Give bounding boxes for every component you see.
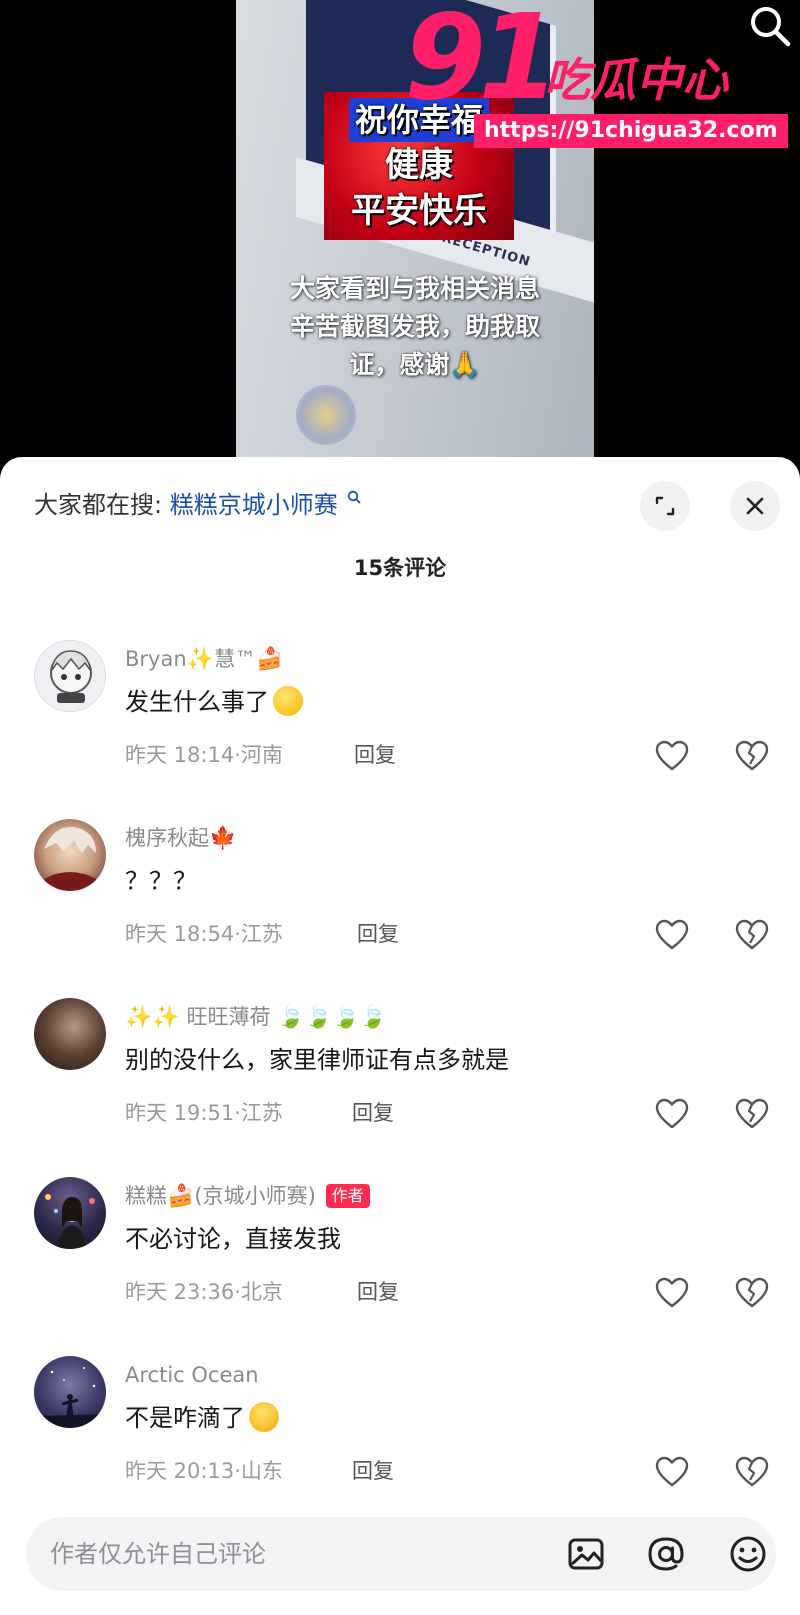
author-name: 糕糕 — [125, 1184, 167, 1208]
comment-author[interactable]: 槐序秋起🍁 — [125, 823, 236, 854]
video-player[interactable]: POLICE RECEPTION 祝你幸福 健康 平安快乐 大家看到与我相关消息… — [0, 0, 800, 470]
sparkle-icon: ✨ — [186, 647, 215, 672]
heart-icon[interactable] — [654, 738, 690, 774]
broken-heart-icon[interactable] — [734, 1454, 770, 1490]
comment-author[interactable]: Arctic Ocean — [125, 1360, 259, 1390]
heart-icon[interactable] — [654, 1096, 690, 1132]
avatar[interactable] — [34, 819, 106, 891]
search-small-icon — [348, 490, 361, 504]
comment-time: 昨天 20:13 — [125, 1459, 235, 1483]
maple-leaf-icon: 🍁 — [209, 826, 237, 851]
heart-icon[interactable] — [654, 1454, 690, 1490]
hot-search[interactable]: 大家都在搜: 糕糕京城小师赛 — [34, 489, 361, 521]
close-button[interactable] — [730, 481, 780, 531]
close-icon — [746, 497, 764, 515]
comment-location: 山东 — [240, 1459, 283, 1483]
comment-count: 15条评论 — [353, 556, 447, 580]
avatar[interactable] — [34, 640, 106, 712]
zany-face-icon — [249, 1402, 279, 1432]
leaf-icon: 🍃🍃🍃🍃 — [277, 1005, 387, 1030]
comment-text: 别的没什么，家里律师证有点多就是 — [125, 1046, 509, 1074]
comment-location: 北京 — [240, 1280, 283, 1304]
search-icon[interactable] — [746, 2, 794, 50]
comment-time: 昨天 19:51 — [125, 1101, 235, 1125]
avatar[interactable] — [34, 998, 106, 1070]
comment-time: 昨天 18:14 — [125, 743, 235, 767]
comment-author[interactable]: 糕糕🍰(京城小师赛) 作者 — [125, 1181, 370, 1212]
comment-text: 不是咋滴了 — [125, 1400, 279, 1436]
comment-author[interactable]: ✨✨ 旺旺薄荷 🍃🍃🍃🍃 — [125, 1002, 387, 1033]
comment-meta: 昨天 19:51·江苏 — [125, 1101, 283, 1125]
cake-icon: 🍰 — [167, 1184, 195, 1209]
expand-button[interactable] — [640, 481, 690, 531]
video-frame: POLICE RECEPTION 祝你幸福 健康 平安快乐 大家看到与我相关消息… — [236, 0, 594, 470]
caption-line: 证，感谢🙏 — [349, 350, 481, 379]
reply-button[interactable]: 回复 — [357, 1277, 399, 1307]
comment-item: ✨✨ 旺旺薄荷 🍃🍃🍃🍃 别的没什么，家里律师证有点多就是 昨天 19:51·江… — [0, 998, 800, 1178]
author-name-suffix: 慧™ — [214, 647, 257, 671]
comment-meta: 昨天 18:54·江苏 — [125, 922, 283, 946]
reply-button[interactable]: 回复 — [352, 1456, 394, 1486]
image-icon[interactable] — [566, 1534, 606, 1574]
comment-input-bar[interactable]: 作者仅允许自己评论 — [26, 1517, 776, 1591]
comment-meta: 昨天 20:13·山东 — [125, 1459, 283, 1483]
broken-heart-icon[interactable] — [734, 917, 770, 953]
blessing-sticker: 祝你幸福 健康 平安快乐 — [324, 92, 514, 240]
broken-heart-icon[interactable] — [734, 738, 770, 774]
comment-item: Arctic Ocean 不是咋滴了 昨天 20:13·山东 回复 — [0, 1356, 800, 1536]
emoji-icon[interactable] — [728, 1534, 768, 1574]
heart-icon[interactable] — [654, 917, 690, 953]
sparkle-icon: ✨✨ — [125, 1005, 180, 1030]
hot-search-label: 大家都在搜: — [34, 491, 163, 519]
comment-item: 糕糕🍰(京城小师赛) 作者 不必讨论，直接发我 昨天 23:36·北京 回复 — [0, 1177, 800, 1357]
cake-icon: 🍰 — [256, 647, 284, 672]
comment-sheet: 大家都在搜: 糕糕京城小师赛 15条评论 Bryan✨慧™🍰 发生什么事了 昨天… — [0, 457, 800, 1615]
author-name: 旺旺薄荷 — [186, 1005, 271, 1029]
reply-button[interactable]: 回复 — [357, 919, 399, 949]
comment-text: 发生什么事了 — [125, 684, 303, 720]
expand-icon — [655, 496, 675, 516]
video-caption: 大家看到与我相关消息 辛苦截图发我，助我取 证，感谢🙏 — [236, 270, 594, 384]
comment-input-placeholder[interactable]: 作者仅允许自己评论 — [50, 1537, 266, 1571]
author-name: Arctic Ocean — [125, 1363, 259, 1387]
flushed-face-icon — [273, 686, 303, 716]
author-name: Bryan — [125, 647, 187, 671]
author-tag: 作者 — [325, 1184, 370, 1208]
comment-time: 昨天 18:54 — [125, 922, 235, 946]
caption-line: 大家看到与我相关消息 — [289, 274, 540, 303]
comment-text: ？？？ — [125, 867, 197, 895]
reply-button[interactable]: 回复 — [352, 1098, 394, 1128]
caption-line: 辛苦截图发我，助我取 — [289, 312, 540, 341]
comment-text-content: 发生什么事了 — [125, 688, 269, 716]
comment-text-content: 不是咋滴了 — [125, 1404, 245, 1432]
blessing-line: 祝你幸福 — [348, 98, 489, 142]
comment-meta: 昨天 23:36·北京 — [125, 1280, 283, 1304]
comment-item: 槐序秋起🍁 ？？？ 昨天 18:54·江苏 回复 — [0, 819, 800, 999]
comment-location: 河南 — [240, 743, 283, 767]
comment-text: 不必讨论，直接发我 — [125, 1225, 341, 1253]
reply-button[interactable]: 回复 — [354, 740, 396, 770]
comment-location: 江苏 — [240, 1101, 283, 1125]
comment-time: 昨天 23:36 — [125, 1280, 235, 1304]
heart-icon[interactable] — [654, 1275, 690, 1311]
police-emblem — [296, 385, 356, 445]
blessing-line: 健康 — [385, 145, 453, 185]
avatar[interactable] — [34, 1356, 106, 1428]
broken-heart-icon[interactable] — [734, 1096, 770, 1132]
comment-meta: 昨天 18:14·河南 — [125, 743, 283, 767]
hot-search-term[interactable]: 糕糕京城小师赛 — [170, 491, 338, 519]
comment-author[interactable]: Bryan✨慧™🍰 — [125, 644, 283, 675]
author-name: 槐序秋起 — [125, 826, 209, 850]
comment-item: Bryan✨慧™🍰 发生什么事了 昨天 18:14·河南 回复 — [0, 640, 800, 820]
broken-heart-icon[interactable] — [734, 1275, 770, 1311]
at-icon[interactable] — [646, 1534, 686, 1574]
blessing-line: 平安快乐 — [351, 191, 487, 231]
author-name-suffix: (京城小师赛) — [194, 1184, 316, 1208]
avatar[interactable] — [34, 1177, 106, 1249]
comment-location: 江苏 — [240, 922, 283, 946]
